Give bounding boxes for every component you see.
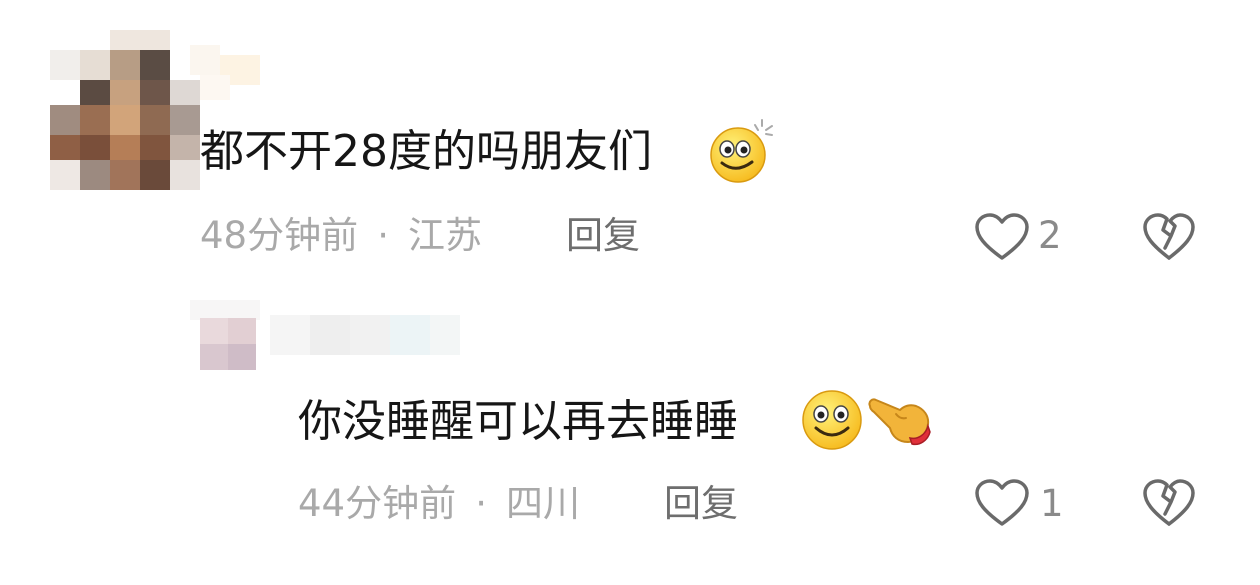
like-count: 2 bbox=[1038, 214, 1062, 257]
avatar[interactable] bbox=[50, 30, 200, 190]
location: 四川 bbox=[506, 482, 581, 525]
smiley-emoji-icon bbox=[802, 390, 862, 450]
avatar[interactable] bbox=[190, 300, 260, 380]
username[interactable] bbox=[190, 45, 270, 105]
broken-heart-icon[interactable] bbox=[1142, 212, 1196, 262]
timestamp: 44分钟前 bbox=[298, 482, 457, 525]
meta-separator: · bbox=[475, 482, 487, 525]
reply-button[interactable]: 回复 bbox=[664, 482, 738, 526]
smiley-wink-emoji-icon bbox=[710, 119, 773, 183]
comment-text: 你没睡醒可以再去睡睡 bbox=[298, 396, 738, 447]
comment-text: 都不开28度的吗朋友们 bbox=[200, 126, 652, 177]
username[interactable] bbox=[270, 305, 470, 365]
broken-heart-icon[interactable] bbox=[1142, 478, 1196, 528]
pointing-hand-emoji-icon bbox=[868, 398, 931, 446]
comment-meta: 48分钟前 · 江苏 bbox=[200, 214, 482, 258]
comment-meta: 44分钟前 · 四川 bbox=[298, 482, 580, 526]
reply-button[interactable]: 回复 bbox=[566, 214, 640, 258]
meta-separator: · bbox=[377, 214, 389, 257]
like-count: 1 bbox=[1040, 482, 1064, 525]
heart-outline-icon[interactable] bbox=[974, 478, 1030, 528]
heart-outline-icon[interactable] bbox=[974, 212, 1030, 262]
location: 江苏 bbox=[408, 214, 483, 257]
timestamp: 48分钟前 bbox=[200, 214, 359, 257]
